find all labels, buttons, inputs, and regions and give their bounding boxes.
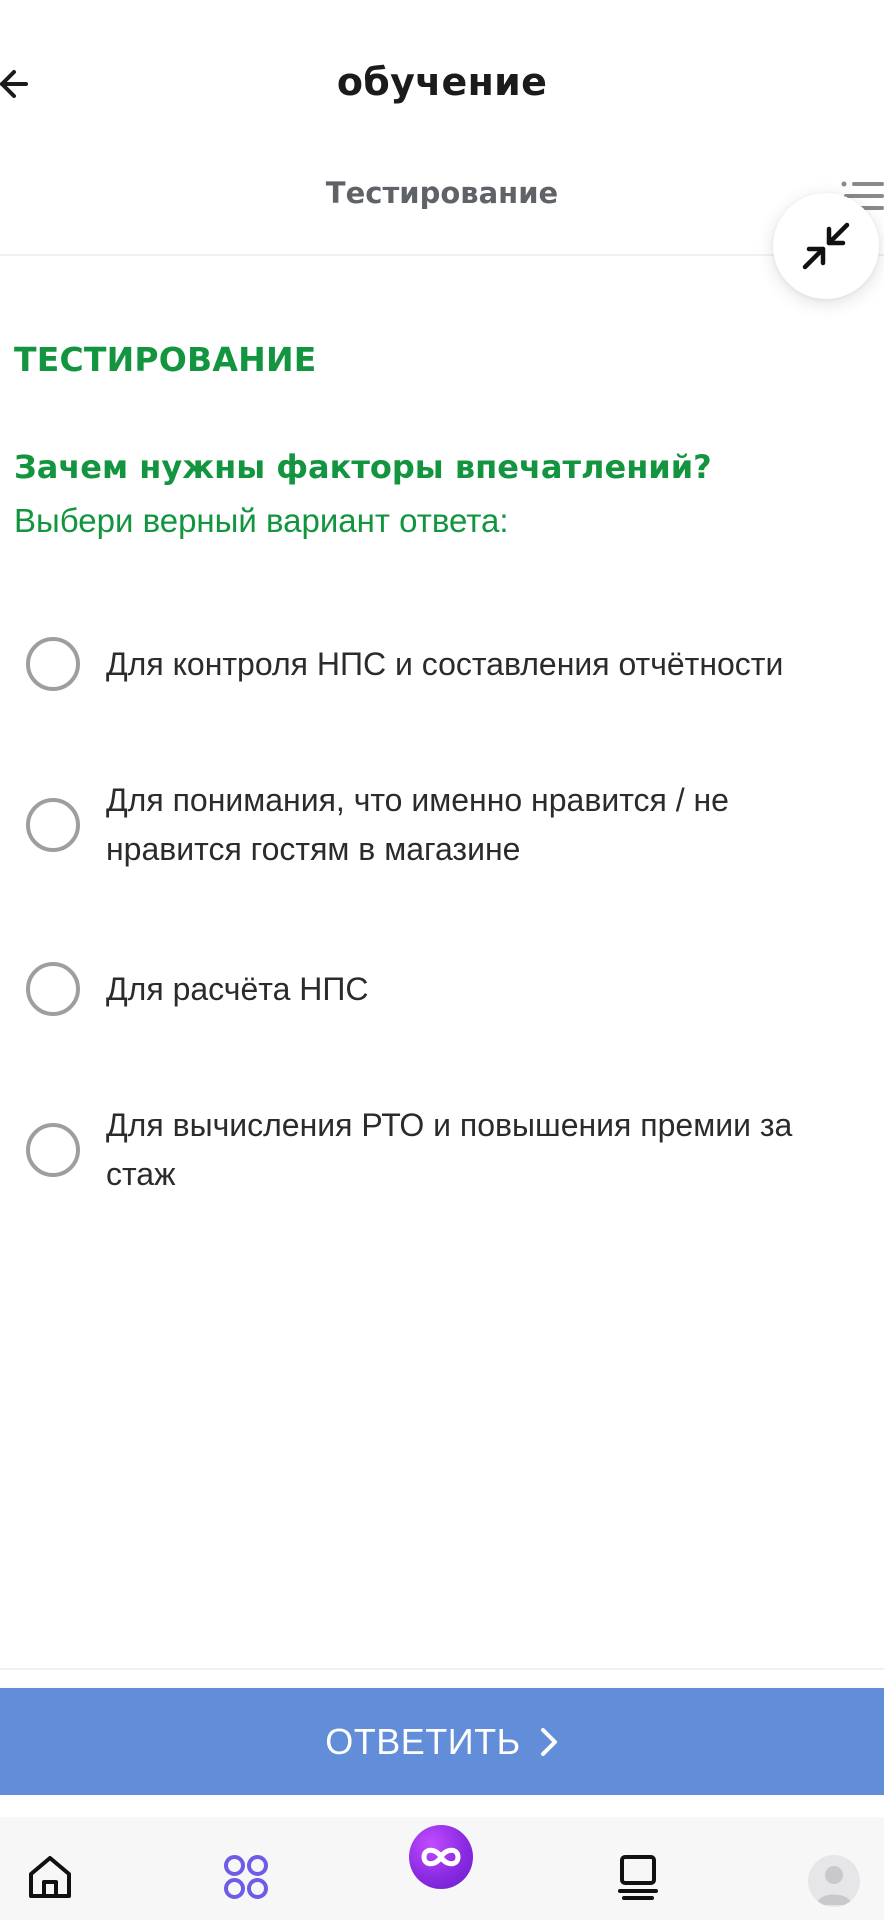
answer-option-label: Для понимания, что именно нравится / не …	[106, 782, 729, 867]
tab-bar	[0, 1817, 884, 1920]
tab-profile[interactable]	[808, 1855, 860, 1907]
instruction-text: Выбери верный вариант ответа:	[14, 502, 509, 539]
page-title: обучение	[336, 60, 548, 104]
tab-catalog[interactable]	[214, 1845, 278, 1909]
answer-option[interactable]: Для вычисления РТО и повышения премии за…	[26, 1101, 866, 1199]
radio-button[interactable]	[26, 1123, 80, 1177]
radio-button[interactable]	[26, 962, 80, 1016]
answer-button[interactable]: ОТВЕТИТЬ	[0, 1688, 884, 1795]
tab-library[interactable]	[606, 1845, 670, 1909]
collapse-button[interactable]	[773, 193, 879, 299]
question-text: Зачем нужны факторы впечатлений?	[14, 448, 712, 486]
answer-option[interactable]: Для понимания, что именно нравится / не …	[26, 776, 866, 874]
book-icon	[618, 1855, 658, 1900]
chevron-right-icon	[539, 1726, 559, 1758]
tab-main[interactable]	[409, 1825, 473, 1889]
radio-button[interactable]	[26, 798, 80, 852]
home-icon	[29, 1856, 71, 1898]
infinity-icon	[421, 1847, 461, 1867]
test-heading: ТЕСТИРОВАНИЕ	[14, 340, 317, 379]
header: обучение	[0, 0, 884, 170]
tab-home[interactable]	[18, 1845, 82, 1909]
header-divider	[0, 254, 884, 256]
radio-button[interactable]	[26, 637, 80, 691]
answer-option-label: Для контроля НПС и составления отчётност…	[106, 645, 784, 682]
app-screen: обучение Тестирование ТЕСТИРОВАНИЕ Зачем…	[0, 0, 884, 1920]
answer-button-label: ОТВЕТИТЬ	[325, 1720, 521, 1762]
answer-option-label: Для вычисления РТО и повышения премии за…	[106, 1107, 793, 1192]
answer-option[interactable]: Для расчёта НПС	[26, 962, 866, 1016]
answer-option[interactable]: Для контроля НПС и составления отчётност…	[26, 637, 866, 691]
section-title: Тестирование	[325, 176, 559, 210]
grid-icon	[224, 1855, 268, 1899]
answer-option-label: Для расчёта НПС	[106, 970, 369, 1007]
minimize-icon	[802, 222, 850, 270]
avatar-icon	[816, 1866, 852, 1905]
footer-divider	[0, 1668, 884, 1670]
